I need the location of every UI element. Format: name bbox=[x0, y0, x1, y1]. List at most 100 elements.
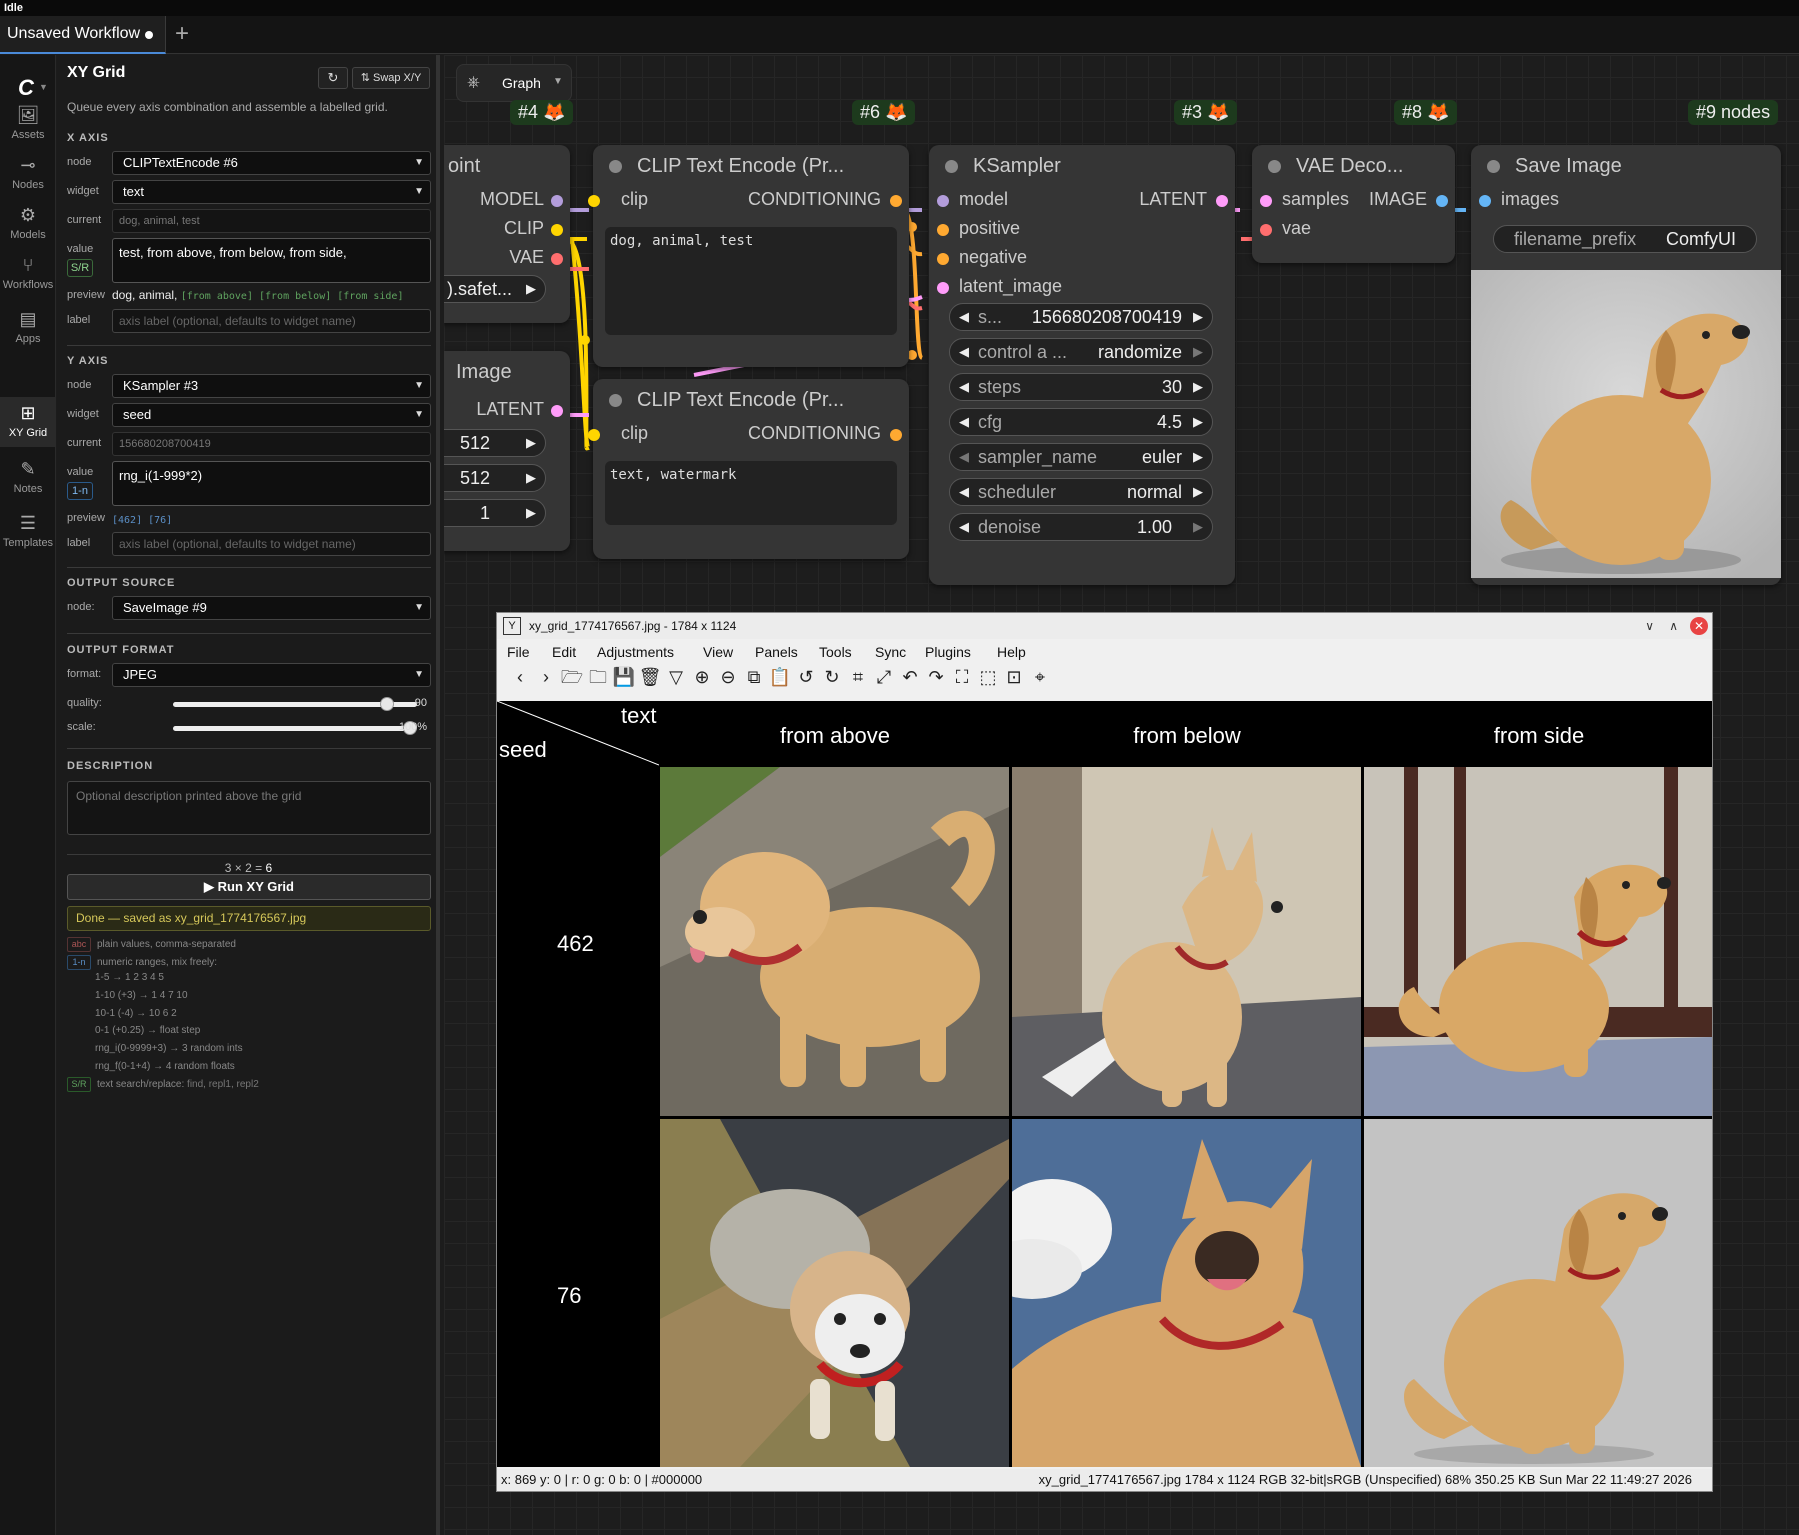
batch-widget[interactable]: 1 ▶ bbox=[444, 499, 546, 527]
port-dot[interactable] bbox=[937, 224, 949, 236]
new-tab-plus-icon[interactable]: + bbox=[175, 20, 189, 48]
redo-icon[interactable]: ↷ bbox=[923, 667, 949, 688]
arrow-left-icon[interactable]: ◀ bbox=[959, 304, 969, 330]
reset-button[interactable]: ↻ bbox=[318, 67, 348, 89]
folder-icon[interactable]: 🗀 bbox=[585, 665, 611, 695]
menu-plugins[interactable]: Plugins bbox=[925, 644, 971, 660]
ckpt-name-widget[interactable]: ).safet... ▶ bbox=[444, 275, 546, 303]
y-widget-select[interactable]: seed ▼ bbox=[112, 403, 431, 427]
node-clip-text-encode-positive[interactable]: CLIP Text Encode (Pr... clip CONDITIONIN… bbox=[588, 145, 909, 367]
port-dot[interactable] bbox=[551, 195, 563, 207]
port-dot[interactable] bbox=[551, 224, 563, 236]
prompt-textarea[interactable]: dog, animal, test bbox=[605, 227, 897, 335]
x-node-select[interactable]: CLIPTextEncode #6 ▼ bbox=[112, 151, 431, 175]
collapse-dot-icon[interactable] bbox=[1268, 160, 1281, 173]
chevron-down-icon[interactable]: ▼ bbox=[39, 82, 48, 92]
port-dot[interactable] bbox=[1216, 195, 1228, 207]
scale-slider[interactable] bbox=[173, 721, 417, 735]
sidebar-item-assets[interactable]: 🖼 Assets bbox=[0, 103, 56, 151]
y-label-input[interactable]: axis label (optional, defaults to widget… bbox=[112, 532, 431, 556]
fit-icon[interactable]: ⬚ bbox=[975, 667, 1001, 688]
zoom-in-icon[interactable]: ⊕ bbox=[689, 667, 715, 688]
comfy-logo-icon[interactable]: C bbox=[18, 75, 34, 101]
port-dot[interactable] bbox=[551, 405, 563, 417]
arrow-left-icon[interactable]: ◀ bbox=[959, 514, 969, 540]
arrow-right-icon[interactable]: ▶ bbox=[1193, 514, 1203, 540]
node-clip-text-encode-negative[interactable]: CLIP Text Encode (Pr... clip CONDITIONIN… bbox=[588, 379, 909, 559]
undo-icon[interactable]: ↶ bbox=[897, 667, 923, 688]
arrow-left-icon[interactable]: ◀ bbox=[959, 479, 969, 505]
menu-view[interactable]: View bbox=[703, 644, 733, 660]
y-node-select[interactable]: KSampler #3 ▼ bbox=[112, 374, 431, 398]
arrow-right-icon[interactable]: ▶ bbox=[1193, 374, 1203, 400]
port-dot[interactable] bbox=[588, 429, 600, 441]
collapse-dot-icon[interactable] bbox=[1487, 160, 1500, 173]
collapse-dot-icon[interactable] bbox=[609, 160, 622, 173]
image-viewer-window[interactable]: Y xy_grid_1774176567.jpg - 1784 x 1124 ∨… bbox=[496, 612, 1713, 1492]
arrow-right-icon[interactable]: ▶ bbox=[1193, 304, 1203, 330]
cfg-widget[interactable]: ◀ cfg 4.5 ▶ bbox=[949, 408, 1213, 436]
arrow-right-icon[interactable]: ▶ bbox=[1193, 479, 1203, 505]
node-empty-latent[interactable]: Image LATENT 512 ▶ 512 ▶ 1 ▶ bbox=[444, 351, 570, 551]
port-dot[interactable] bbox=[551, 253, 563, 265]
collapse-dot-icon[interactable] bbox=[609, 394, 622, 407]
crop-icon[interactable]: ⌗ bbox=[845, 667, 871, 688]
forward-icon[interactable]: › bbox=[533, 667, 559, 688]
x-value-input[interactable]: test, from above, from below, from side, bbox=[112, 238, 431, 283]
node-vae-decode[interactable]: VAE Deco... samples vae IMAGE bbox=[1252, 145, 1455, 263]
close-icon[interactable]: ✕ bbox=[1690, 617, 1708, 635]
zoom-out-icon[interactable]: ⊖ bbox=[715, 667, 741, 688]
port-dot[interactable] bbox=[1260, 224, 1272, 236]
sidebar-item-workflows[interactable]: ⑂ Workflows bbox=[0, 253, 56, 301]
menu-help[interactable]: Help bbox=[997, 644, 1026, 660]
slider-handle[interactable] bbox=[380, 697, 394, 711]
port-dot[interactable] bbox=[1436, 195, 1448, 207]
steps-widget[interactable]: ◀ steps 30 ▶ bbox=[949, 373, 1213, 401]
resize-icon[interactable]: ⤢ bbox=[871, 667, 897, 688]
control-after-generate-widget[interactable]: ◀ control a ... randomize ▶ bbox=[949, 338, 1213, 366]
prompt-textarea[interactable]: text, watermark bbox=[605, 461, 897, 525]
copy-icon[interactable]: ⧉ bbox=[741, 667, 767, 688]
delete-icon[interactable]: 🗑 bbox=[637, 667, 663, 688]
collapse-dot-icon[interactable] bbox=[945, 160, 958, 173]
port-dot[interactable] bbox=[937, 253, 949, 265]
sidebar-item-notes[interactable]: ✎ Notes bbox=[0, 457, 56, 505]
scheduler-widget[interactable]: ◀ scheduler normal ▶ bbox=[949, 478, 1213, 506]
maximize-icon[interactable]: ∧ bbox=[1669, 613, 1678, 639]
port-dot[interactable] bbox=[937, 282, 949, 294]
open-folder-icon[interactable]: 🗁 bbox=[559, 665, 585, 695]
node-ksampler[interactable]: KSampler model positive negative latent_… bbox=[929, 145, 1235, 585]
paste-icon[interactable]: 📋 bbox=[767, 667, 793, 688]
menu-file[interactable]: File bbox=[507, 644, 530, 660]
port-dot[interactable] bbox=[890, 195, 902, 207]
rotate-right-icon[interactable]: ↻ bbox=[819, 667, 845, 688]
sidebar-item-nodes[interactable]: ⊸ Nodes bbox=[0, 153, 56, 201]
format-select[interactable]: JPEG ▼ bbox=[112, 663, 431, 687]
x-widget-select[interactable]: text ▼ bbox=[112, 180, 431, 204]
actual-size-icon[interactable]: ⊡ bbox=[1001, 667, 1027, 688]
menu-sync[interactable]: Sync bbox=[875, 644, 906, 660]
sampler-name-widget[interactable]: ◀ sampler_name euler ▶ bbox=[949, 443, 1213, 471]
arrow-left-icon[interactable]: ◀ bbox=[959, 339, 969, 365]
menu-adjustments[interactable]: Adjustments bbox=[597, 644, 674, 660]
run-xy-grid-button[interactable]: ▶ Run XY Grid bbox=[67, 874, 431, 900]
arrow-right-icon[interactable]: ▶ bbox=[1193, 409, 1203, 435]
save-icon[interactable]: 💾 bbox=[611, 667, 637, 688]
sidebar-item-templates[interactable]: ☰ Templates bbox=[0, 511, 56, 559]
width-widget[interactable]: 512 ▶ bbox=[444, 429, 546, 457]
arrow-right-icon[interactable]: ▶ bbox=[1193, 339, 1203, 365]
description-input[interactable]: Optional description printed above the g… bbox=[67, 781, 431, 835]
rotate-left-icon[interactable]: ↺ bbox=[793, 667, 819, 688]
sidebar-item-apps[interactable]: ▤ Apps bbox=[0, 307, 56, 355]
minimize-icon[interactable]: ∨ bbox=[1645, 613, 1654, 639]
filter-icon[interactable]: ▽ bbox=[663, 667, 689, 688]
port-dot[interactable] bbox=[890, 429, 902, 441]
menu-edit[interactable]: Edit bbox=[552, 644, 576, 660]
fullscreen-icon[interactable]: ⛶ bbox=[949, 667, 975, 688]
quality-slider[interactable] bbox=[173, 697, 417, 711]
back-icon[interactable]: ‹ bbox=[507, 667, 533, 688]
arrow-left-icon[interactable]: ◀ bbox=[959, 409, 969, 435]
tab-unsaved-workflow[interactable]: Unsaved Workflow bbox=[0, 16, 166, 54]
port-dot[interactable] bbox=[588, 195, 600, 207]
port-dot[interactable] bbox=[937, 195, 949, 207]
